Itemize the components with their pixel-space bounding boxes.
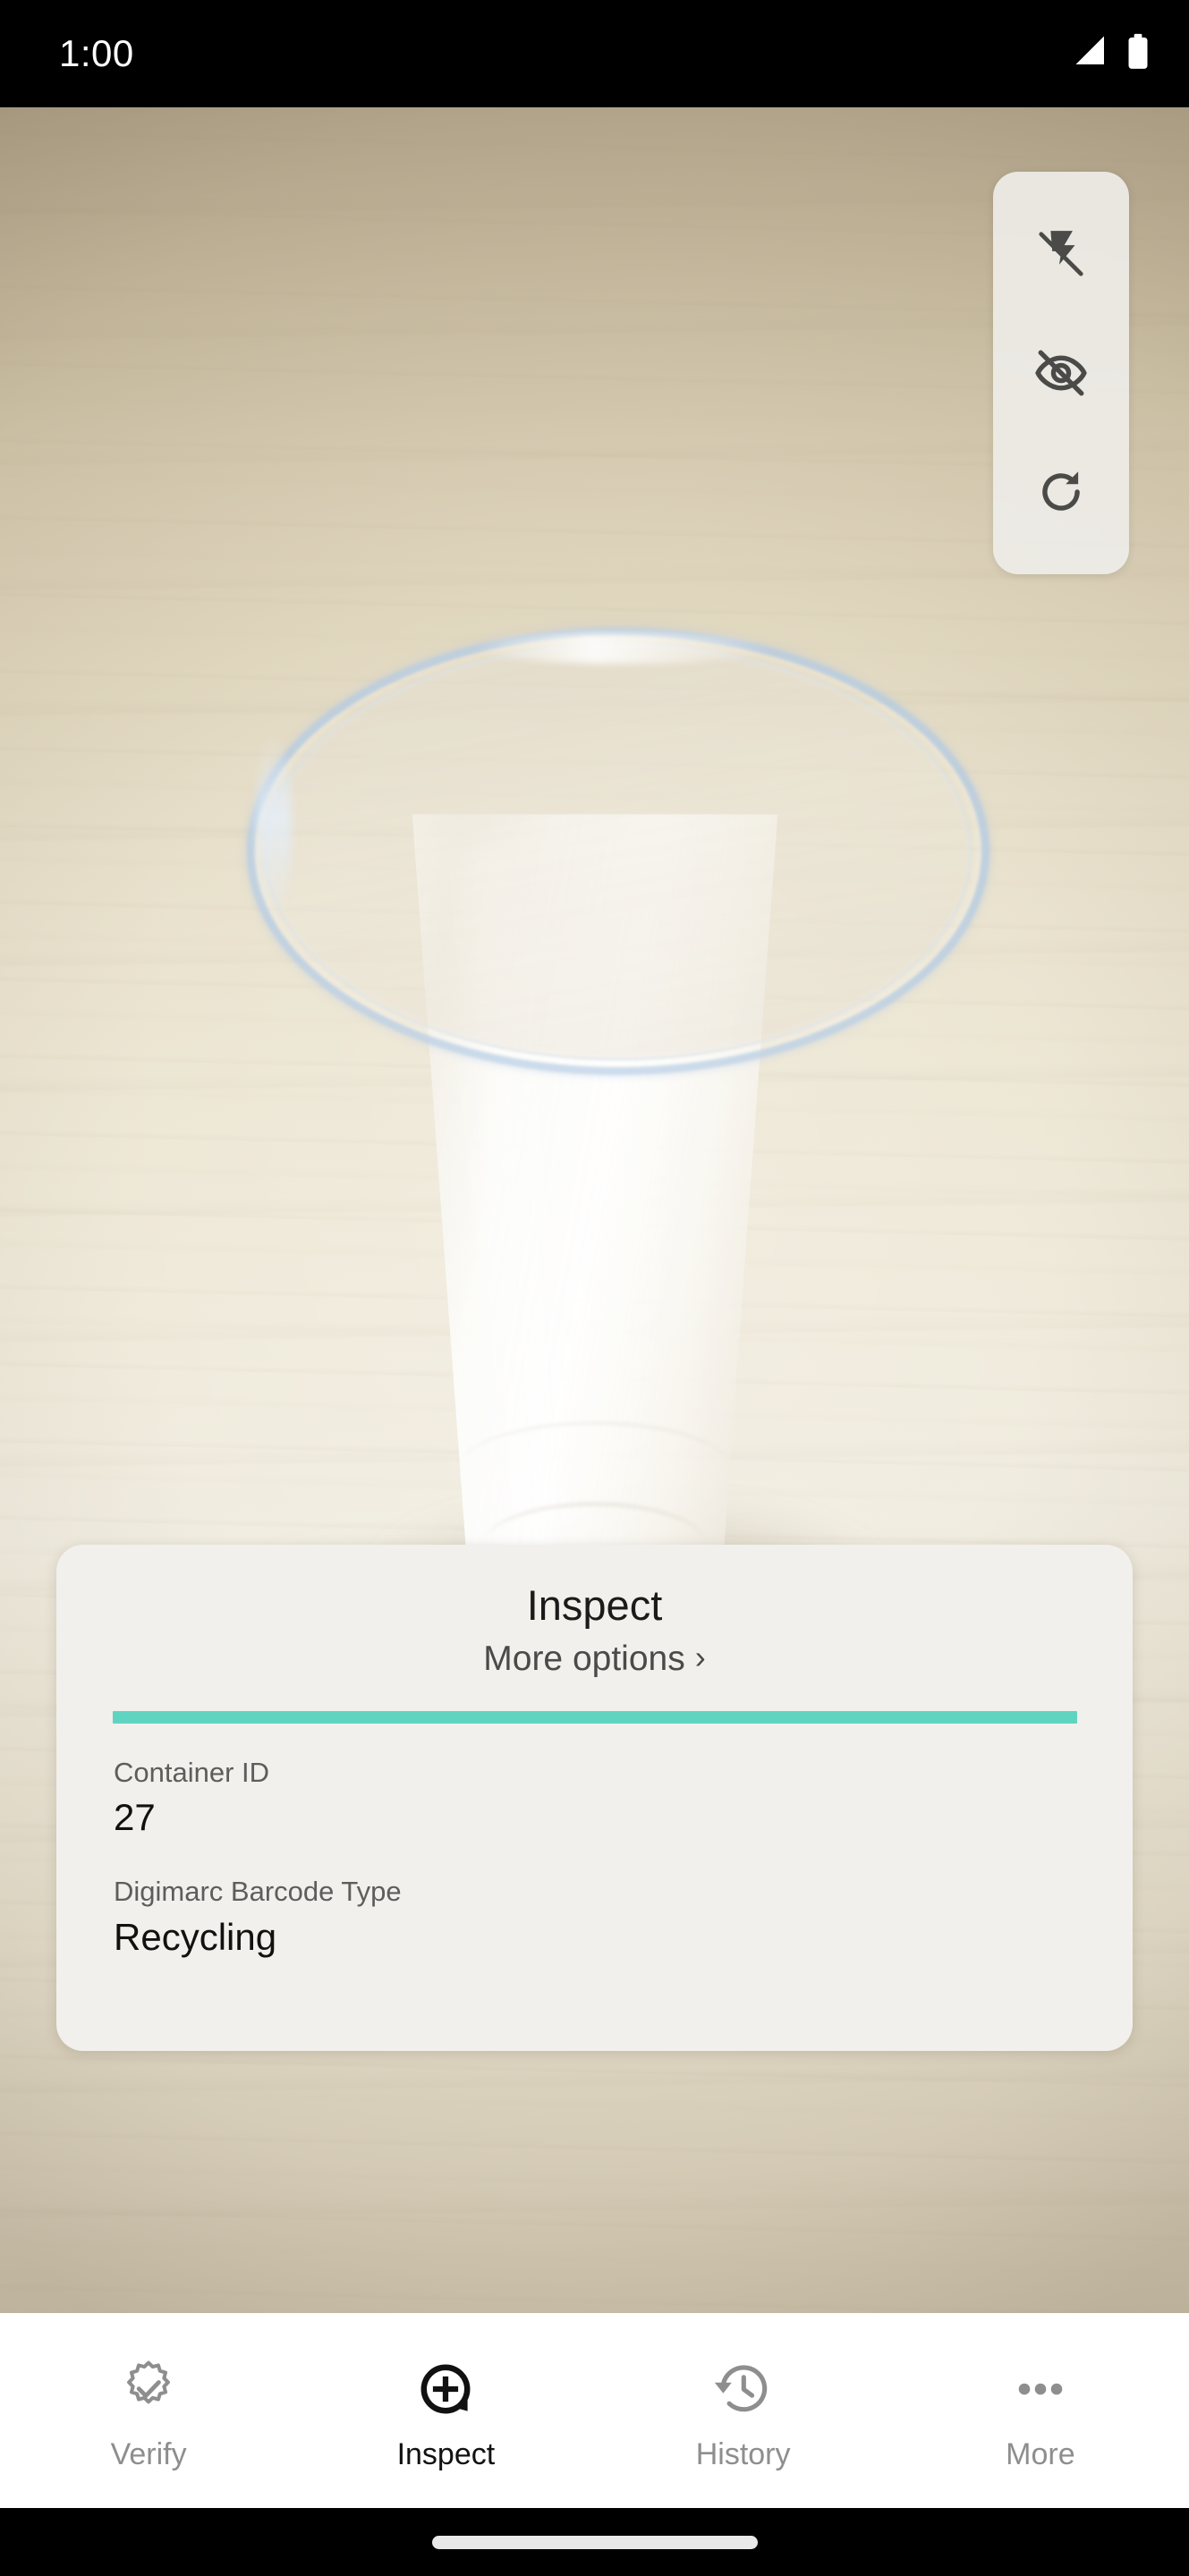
- field-digimarc-barcode-type: Digimarc Barcode Type Recycling: [56, 1875, 1133, 1962]
- inspect-result-card: Inspect More options › Container ID 27 D…: [56, 1545, 1133, 2051]
- gesture-navigation-bar: [0, 2508, 1189, 2576]
- refresh-icon: [1033, 464, 1089, 520]
- status-bar: 1:00: [0, 0, 1189, 107]
- more-dots-icon: [1008, 2355, 1073, 2423]
- visibility-off-icon: [1033, 345, 1089, 401]
- field-label: Container ID: [114, 1756, 270, 1788]
- nav-label: Inspect: [396, 2437, 496, 2471]
- nav-item-history[interactable]: History: [595, 2313, 892, 2508]
- nav-label: History: [695, 2437, 791, 2471]
- nav-label: Verify: [110, 2437, 187, 2471]
- nav-label: More: [1006, 2437, 1075, 2471]
- more-options-button[interactable]: More options ›: [56, 1640, 1133, 1679]
- field-value: Recycling: [114, 1915, 277, 1958]
- status-bar-clock: 1:00: [59, 32, 134, 74]
- phone-screen: 1:00 Inspect More options › Container ID…: [0, 0, 1189, 2576]
- field-container-id: Container ID 27: [56, 1756, 1133, 1843]
- accent-divider: [112, 1710, 1077, 1724]
- status-bar-icons: [1073, 33, 1151, 75]
- history-clock-icon: [711, 2355, 776, 2423]
- verified-badge-icon: [116, 2355, 181, 2423]
- inspect-plus-pin-icon: [413, 2355, 478, 2423]
- field-value: 27: [114, 1796, 156, 1839]
- nav-item-inspect[interactable]: Inspect: [297, 2313, 594, 2508]
- refresh-button[interactable]: [1018, 449, 1104, 535]
- nav-item-more[interactable]: More: [892, 2313, 1189, 2508]
- home-indicator[interactable]: [431, 2535, 758, 2549]
- chevron-right-icon: ›: [694, 1638, 706, 1675]
- battery-icon: [1125, 33, 1151, 75]
- visibility-off-button[interactable]: [1018, 330, 1104, 416]
- flash-off-button[interactable]: [1018, 211, 1104, 297]
- camera-controls-panel: [993, 172, 1129, 574]
- card-title: Inspect: [526, 1581, 663, 1629]
- flash-off-icon: [1033, 226, 1089, 282]
- bottom-navigation-bar: Verify Inspect History More: [0, 2313, 1189, 2508]
- more-options-label: More options: [483, 1639, 685, 1678]
- field-label: Digimarc Barcode Type: [114, 1876, 402, 1908]
- nav-item-verify[interactable]: Verify: [0, 2313, 297, 2508]
- cellular-signal-icon: [1073, 33, 1110, 75]
